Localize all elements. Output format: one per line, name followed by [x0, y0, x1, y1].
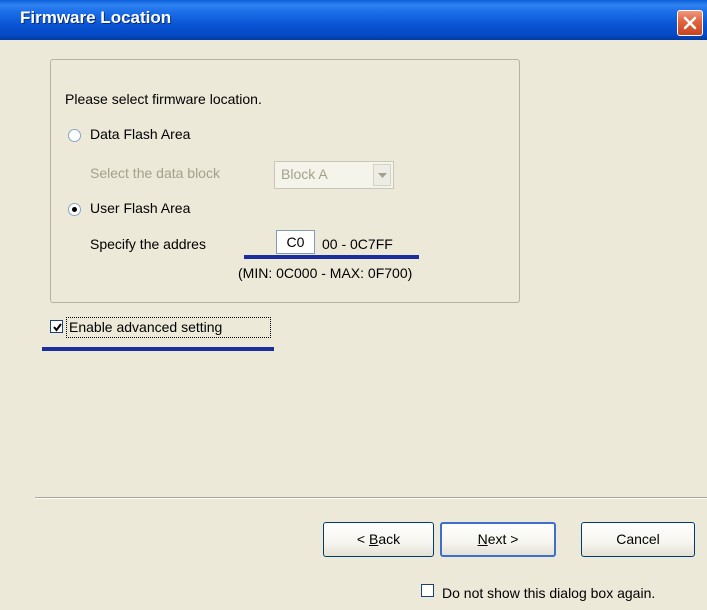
- advanced-highlight-underline: [42, 347, 274, 351]
- checkmark-icon: [53, 323, 62, 332]
- data-block-label: Select the data block: [90, 165, 220, 181]
- dont-show-label[interactable]: Do not show this dialog box again.: [442, 585, 655, 601]
- dialog-title: Firmware Location: [20, 8, 172, 27]
- close-button[interactable]: [677, 10, 703, 36]
- close-icon: [683, 16, 697, 30]
- address-range-note: (MIN: 0C000 - MAX: 0F700): [238, 265, 413, 281]
- chevron-down-icon: [378, 173, 387, 178]
- address-highlight-underline: [244, 255, 419, 259]
- address-label: Specify the addres: [90, 236, 206, 252]
- advanced-setting-label[interactable]: Enable advanced setting: [69, 319, 222, 335]
- address-suffix: 00 - 0C7FF: [322, 236, 393, 252]
- title-bar: Firmware Location: [0, 0, 707, 40]
- data-block-select[interactable]: Block A: [274, 161, 394, 189]
- dont-show-checkbox[interactable]: [421, 584, 434, 597]
- user-flash-radio[interactable]: [68, 203, 81, 216]
- data-flash-label[interactable]: Data Flash Area: [90, 126, 190, 142]
- address-input[interactable]: C0: [276, 230, 315, 254]
- back-button[interactable]: < Back: [323, 522, 434, 557]
- firmware-location-dialog: Firmware Location Please select firmware…: [0, 0, 707, 610]
- cancel-button[interactable]: Cancel: [581, 522, 695, 557]
- data-block-value: Block A: [281, 166, 328, 182]
- group-legend: Please select firmware location.: [62, 91, 265, 107]
- data-flash-radio[interactable]: [68, 129, 81, 142]
- radio-selected-dot: [72, 207, 77, 212]
- advanced-setting-checkbox[interactable]: [50, 320, 63, 333]
- next-button[interactable]: Next >: [440, 522, 556, 557]
- user-flash-label[interactable]: User Flash Area: [90, 200, 190, 216]
- dropdown-button[interactable]: [373, 164, 391, 186]
